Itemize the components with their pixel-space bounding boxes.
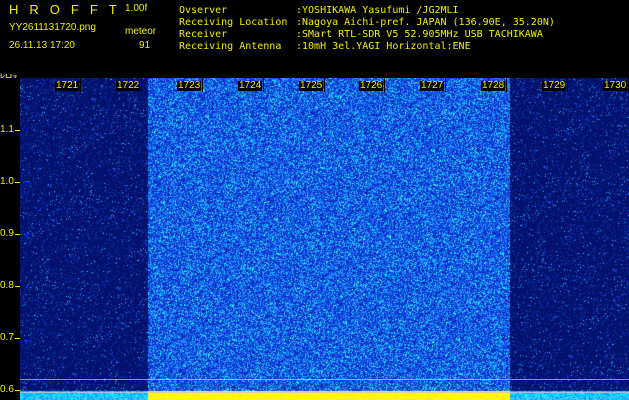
- image-filename: YY2611131720.png: [9, 22, 96, 33]
- x-tick-label: 1722: [116, 80, 141, 91]
- info-key-location: Receiving Location: [179, 17, 288, 28]
- x-tick-label: 1727: [420, 80, 445, 91]
- y-tick-label: 0.8: [0, 280, 14, 291]
- y-tick-label: 0.6: [0, 384, 14, 395]
- y-tick-label: 0.9: [0, 228, 14, 239]
- y-axis: 1.1 1.0 0.9 0.8 0.7 0.6: [0, 78, 20, 400]
- app-logo: HROFFT: [9, 2, 128, 17]
- waterfall-plot: 1721 1722 1723 1724 1725 1726 1727 1728 1729 1730: [20, 78, 629, 400]
- y-tick-label: 1.0: [0, 176, 14, 187]
- info-value-antenna: :10mH 3el.YAGI Horizontal:ENE: [296, 41, 471, 52]
- x-tick-mark: [445, 78, 446, 92]
- y-tick-label: 0.7: [0, 332, 14, 343]
- x-tick-mark: [384, 78, 385, 92]
- x-tick-label: 1724: [238, 80, 263, 91]
- info-key-observer: Ovserver: [179, 5, 228, 16]
- x-tick-mark: [263, 78, 264, 92]
- info-value-receiver: :SMart RTL-SDR V5 52.905MHz USB TACHIKAW…: [296, 29, 543, 40]
- x-tick-mark: [80, 78, 81, 92]
- meteor-count: 91: [139, 40, 151, 51]
- app-version: 1.00f: [125, 3, 148, 14]
- y-tick-label: 1.1: [0, 124, 14, 135]
- x-tick-mark: [141, 78, 142, 92]
- x-tick-label: 1730: [603, 80, 628, 91]
- info-key-receiver: Receiver: [179, 29, 228, 40]
- x-tick-mark: [324, 78, 325, 92]
- capture-datetime: 26.11.13 17:20: [9, 40, 75, 51]
- x-tick-mark: [567, 78, 568, 92]
- x-tick-label: 1723: [177, 80, 202, 91]
- x-tick-label: 1725: [299, 80, 324, 91]
- x-tick-mark: [202, 78, 203, 92]
- info-key-antenna: Receiving Antenna: [179, 41, 282, 52]
- x-tick-label: 1721: [55, 80, 80, 91]
- info-value-location: :Nagoya Aichi-pref. JAPAN (136.90E, 35.2…: [296, 17, 555, 28]
- x-tick-label: 1729: [542, 80, 567, 91]
- waterfall-spectrogram: [20, 78, 629, 400]
- reference-line: [20, 379, 629, 381]
- info-value-observer: :YOSHIKAWA Yasufumi /JG2MLI: [296, 5, 459, 16]
- meteor-label: meteor: [125, 26, 157, 37]
- x-tick-mark: [506, 78, 507, 92]
- x-tick-label: 1728: [481, 80, 506, 91]
- header-panel: HROFFT 1.00f YY2611131720.png 26.11.13 1…: [0, 0, 629, 84]
- reference-line: [20, 391, 629, 393]
- x-tick-label: 1726: [359, 80, 384, 91]
